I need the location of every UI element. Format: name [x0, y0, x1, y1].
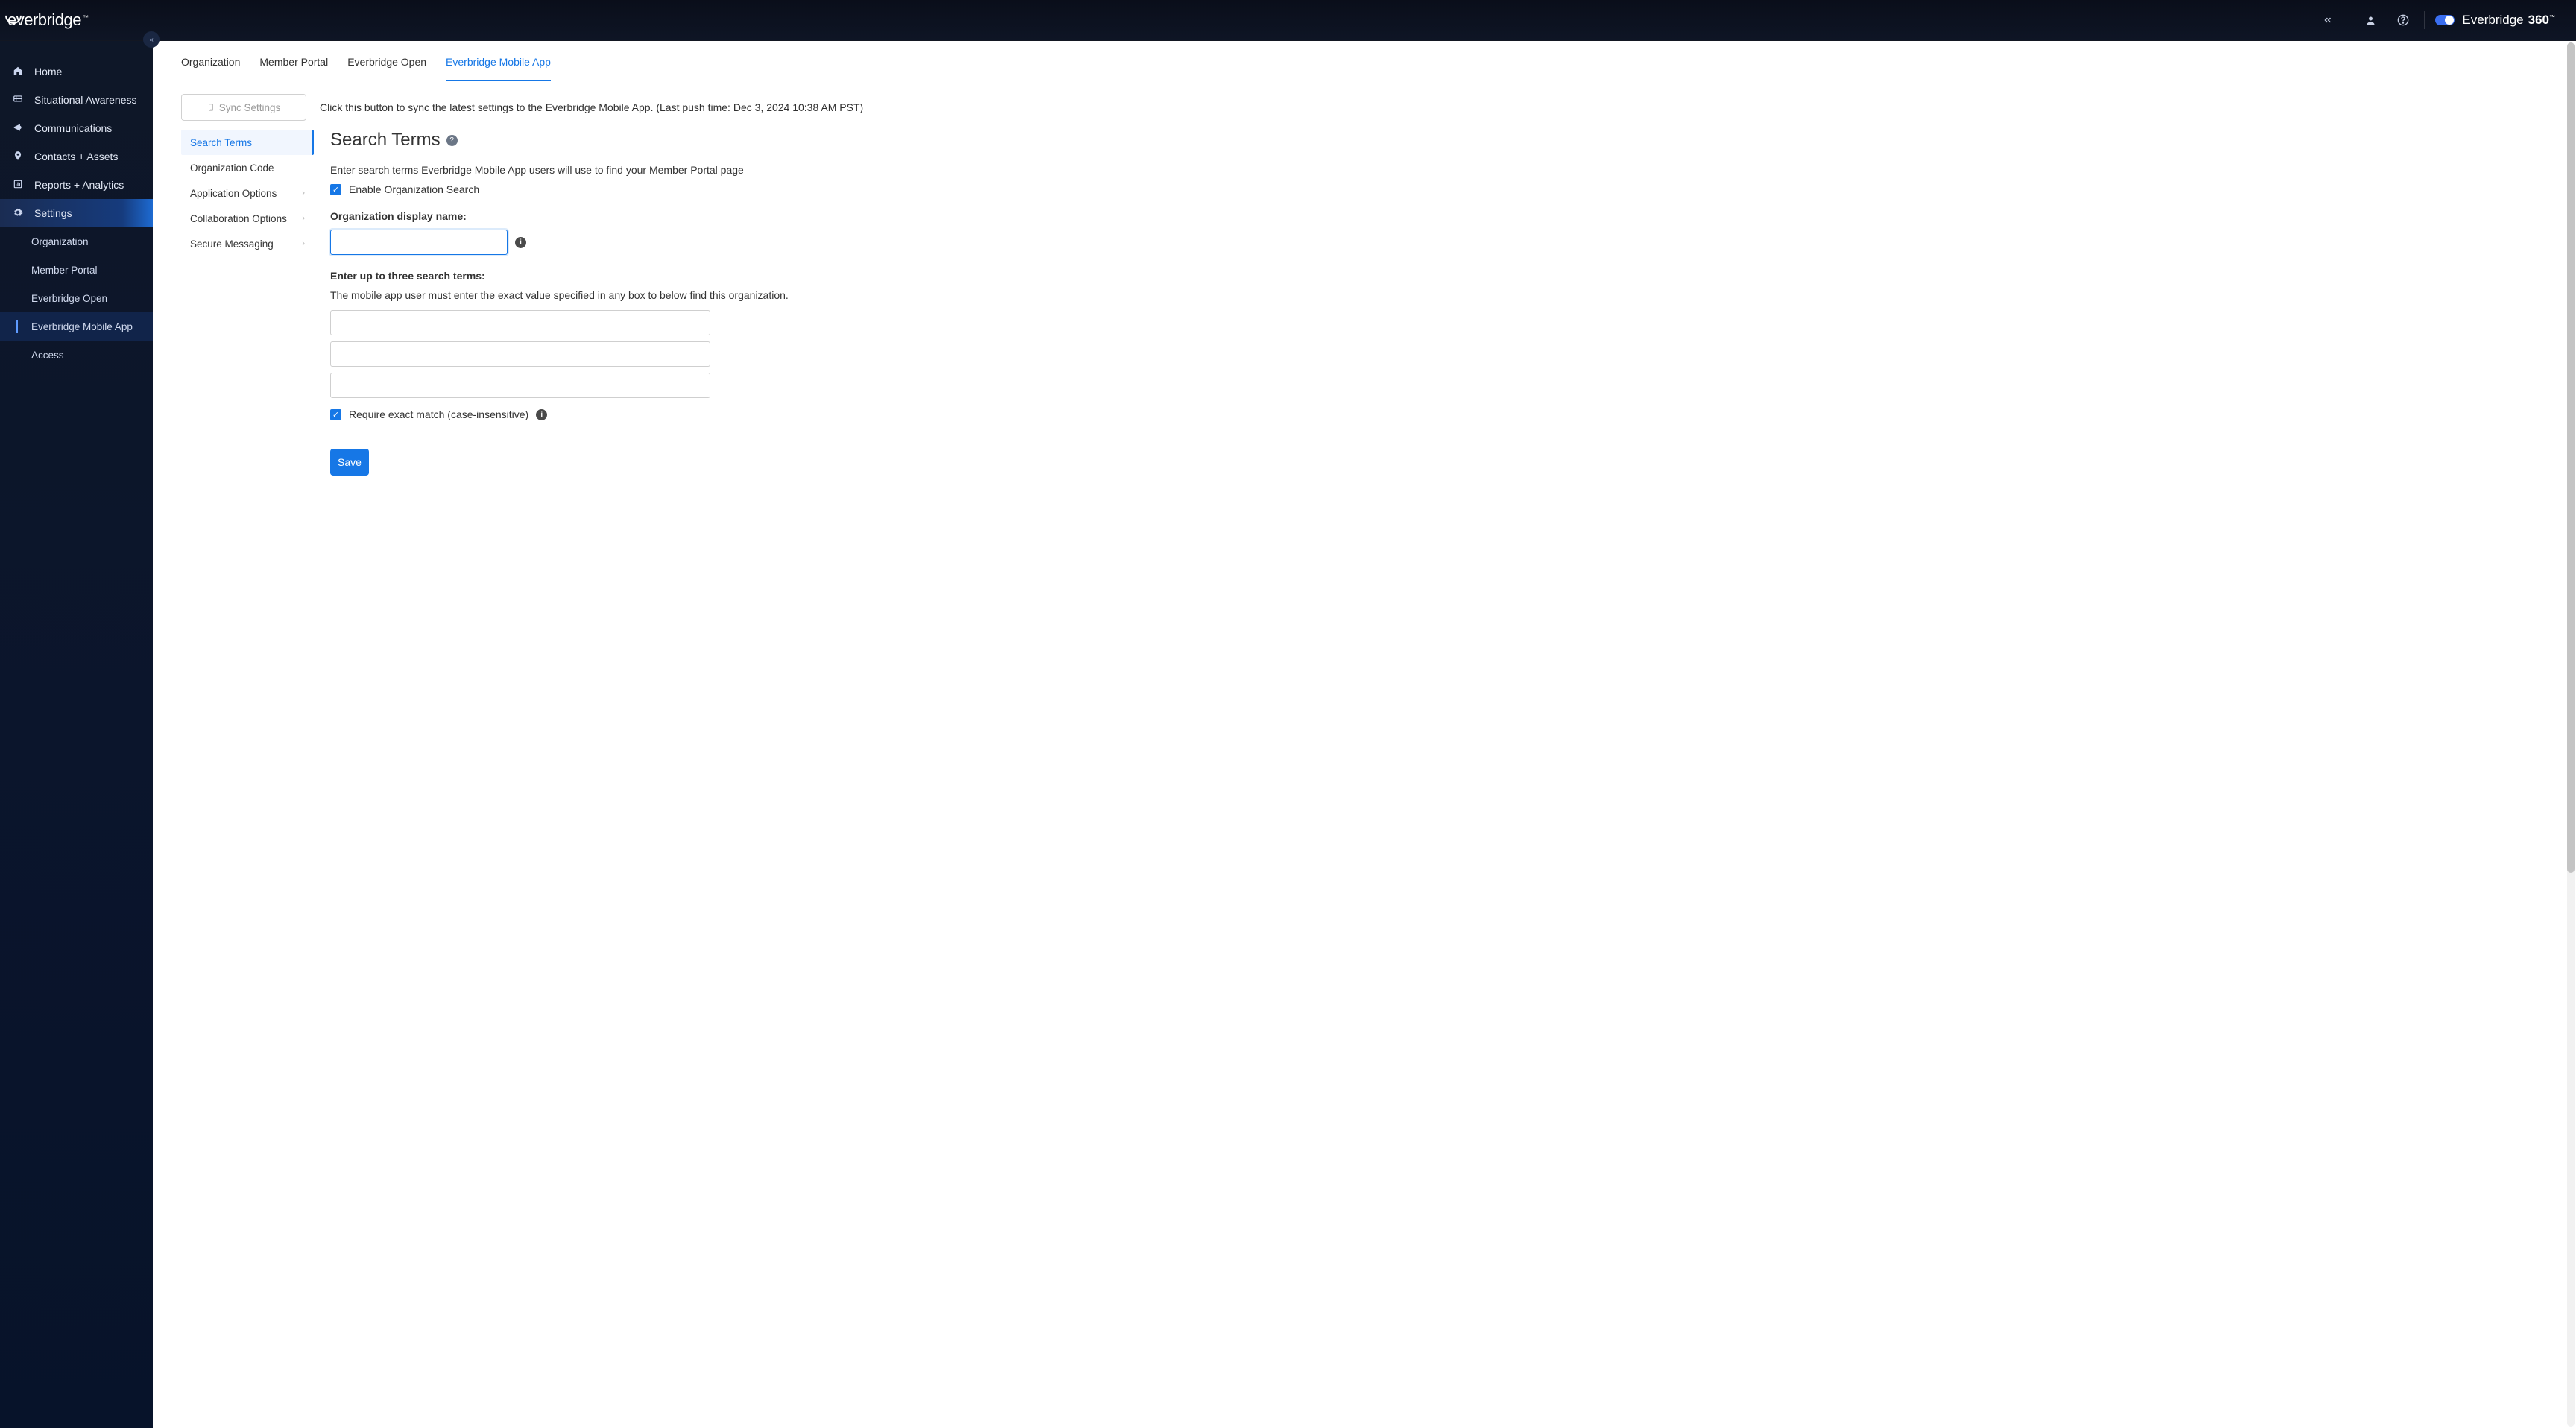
sidebar-sub-member-portal[interactable]: Member Portal	[0, 256, 153, 284]
chevron-right-icon: ›	[302, 214, 305, 223]
chevron-double-left-icon	[2323, 15, 2333, 25]
section-title: Search Terms ?	[330, 130, 1031, 151]
submenu-search-terms[interactable]: Search Terms	[181, 130, 314, 155]
form-description: Enter search terms Everbridge Mobile App…	[330, 164, 1031, 176]
settings-submenu: Search Terms Organization Code Applicati…	[181, 130, 314, 476]
app-header: everbridge™ « Everbridge 360™	[0, 0, 2576, 41]
sidebar-item-settings[interactable]: Settings	[0, 199, 153, 227]
header-separator	[2424, 11, 2425, 29]
tab-organization[interactable]: Organization	[181, 56, 240, 81]
mobile-icon	[207, 102, 215, 113]
org-display-name-input[interactable]	[330, 230, 508, 255]
sidebar-sub-label: Member Portal	[31, 265, 98, 276]
enable-org-search-label: Enable Organization Search	[349, 183, 479, 195]
enable-org-search-checkbox[interactable]: ✓	[330, 184, 341, 195]
form-area: Search Terms ? Enter search terms Everbr…	[330, 130, 1031, 476]
content-pane: Organization Member Portal Everbridge Op…	[153, 41, 2576, 1428]
display-name-label: Organization display name:	[330, 210, 1031, 222]
help-circle-icon	[2397, 14, 2409, 26]
sidebar-sub-label: Everbridge Open	[31, 293, 107, 304]
section-title-text: Search Terms	[330, 130, 441, 151]
sidebar-item-label: Settings	[34, 207, 72, 219]
sidebar-collapse-chevron: «	[149, 36, 154, 44]
exact-match-label: Require exact match (case-insensitive)	[349, 408, 528, 420]
home-icon	[12, 66, 24, 78]
sidebar-sub-label: Organization	[31, 236, 89, 247]
search-terms-description: The mobile app user must enter the exact…	[330, 289, 1031, 301]
sidebar-item-label: Home	[34, 66, 62, 78]
sidebar-item-label: Communications	[34, 122, 112, 134]
logo-trademark: ™	[83, 14, 89, 21]
search-terms-label: Enter up to three search terms:	[330, 270, 1031, 282]
submenu-label: Secure Messaging	[190, 238, 274, 250]
sidebar-sub-organization[interactable]: Organization	[0, 227, 153, 256]
submenu-label: Application Options	[190, 188, 277, 199]
chevron-right-icon: ›	[302, 239, 305, 248]
submenu-label: Organization Code	[190, 162, 274, 174]
logo[interactable]: everbridge™	[0, 0, 153, 41]
sync-settings-button[interactable]: Sync Settings	[181, 94, 306, 121]
brand-right-main: Everbridge	[2462, 13, 2523, 28]
submenu-label: Search Terms	[190, 137, 252, 148]
sync-status-text: Click this button to sync the latest set…	[320, 101, 863, 113]
brand-right-tm: ™	[2549, 13, 2555, 20]
sidebar-item-home[interactable]: Home	[0, 57, 153, 86]
sidebar-collapse-button[interactable]: «	[143, 31, 160, 48]
chevron-right-icon: ›	[302, 189, 305, 198]
exact-match-checkbox[interactable]: ✓	[330, 409, 341, 420]
contacts-icon	[12, 151, 24, 163]
sidebar-item-communications[interactable]: Communications	[0, 114, 153, 142]
submenu-label: Collaboration Options	[190, 213, 287, 224]
user-icon	[2365, 15, 2376, 26]
search-term-input-3[interactable]	[330, 373, 710, 398]
logo-text: everbridge	[7, 10, 81, 29]
submenu-application-options[interactable]: Application Options ›	[181, 180, 314, 206]
help-button[interactable]	[2387, 0, 2419, 41]
sidebar-item-contacts-assets[interactable]: Contacts + Assets	[0, 142, 153, 171]
save-button[interactable]: Save	[330, 449, 369, 476]
sidebar-sub-label: Access	[31, 350, 64, 361]
submenu-secure-messaging[interactable]: Secure Messaging ›	[181, 231, 314, 256]
submenu-organization-code[interactable]: Organization Code	[181, 155, 314, 180]
info-icon[interactable]: i	[515, 237, 526, 248]
scrollbar[interactable]	[2567, 42, 2575, 1427]
sidebar-sub-everbridge-open[interactable]: Everbridge Open	[0, 284, 153, 312]
header-collapse-button[interactable]	[2311, 0, 2344, 41]
brand-label-right: Everbridge 360™	[2462, 13, 2555, 28]
user-menu-button[interactable]	[2354, 0, 2387, 41]
tab-everbridge-mobile-app[interactable]: Everbridge Mobile App	[446, 56, 551, 81]
sidebar-item-reports-analytics[interactable]: Reports + Analytics	[0, 171, 153, 199]
sidebar-item-situational-awareness[interactable]: Situational Awareness	[0, 86, 153, 114]
sidebar-item-label: Contacts + Assets	[34, 151, 118, 162]
info-icon[interactable]: i	[536, 409, 547, 420]
sitaware-icon	[12, 94, 24, 107]
sidebar-sub-label: Everbridge Mobile App	[31, 321, 133, 332]
submenu-collaboration-options[interactable]: Collaboration Options ›	[181, 206, 314, 231]
comms-icon	[12, 122, 24, 135]
help-icon[interactable]: ?	[446, 135, 458, 146]
theme-toggle[interactable]	[2435, 15, 2455, 25]
reports-icon	[12, 179, 24, 192]
sidebar-sub-everbridge-mobile-app[interactable]: Everbridge Mobile App	[0, 312, 153, 341]
sync-settings-button-label: Sync Settings	[219, 102, 281, 113]
tab-everbridge-open[interactable]: Everbridge Open	[347, 56, 426, 81]
settings-icon	[12, 207, 24, 220]
search-term-input-2[interactable]	[330, 341, 710, 367]
sidebar-sub-access[interactable]: Access	[0, 341, 153, 369]
sidebar: Home Situational Awareness Communication…	[0, 41, 153, 1428]
tab-member-portal[interactable]: Member Portal	[259, 56, 328, 81]
brand-right-accent: 360	[2528, 13, 2549, 27]
sidebar-item-label: Situational Awareness	[34, 94, 137, 106]
sidebar-item-label: Reports + Analytics	[34, 179, 124, 191]
search-term-input-1[interactable]	[330, 310, 710, 335]
content-tabs: Organization Member Portal Everbridge Op…	[153, 41, 2576, 82]
